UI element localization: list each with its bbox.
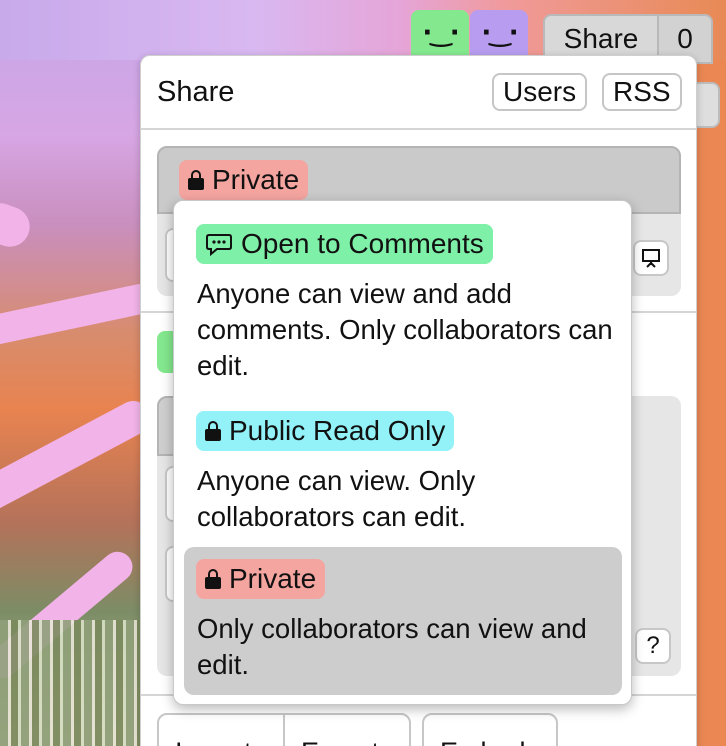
divider [141, 128, 696, 130]
lock-icon [205, 421, 221, 441]
option-label: Private [229, 563, 317, 594]
export-button[interactable]: Export [283, 713, 411, 746]
option-private[interactable]: Private Only collaborators can view and … [184, 547, 622, 695]
option-description: Anyone can view and add comments. Only c… [197, 278, 613, 381]
user-avatar-green[interactable]: ·‿· [411, 10, 469, 56]
lock-icon [205, 569, 221, 589]
visibility-badge: Private [179, 160, 309, 200]
paint-drips [0, 620, 160, 746]
lock-icon [188, 170, 204, 190]
option-badge: Open to Comments [196, 224, 493, 264]
users-button[interactable]: Users [492, 73, 588, 111]
option-badge: Public Read Only [196, 411, 455, 451]
option-description: Only collaborators can view and edit. [197, 613, 587, 680]
visibility-dropdown: Open to Comments Anyone can view and add… [173, 200, 632, 705]
option-label: Public Read Only [229, 415, 446, 446]
rss-button[interactable]: RSS [602, 73, 682, 111]
panel-title: Share [157, 76, 235, 108]
comment-icon [206, 234, 232, 256]
smile-face-icon: ·‿· [422, 18, 459, 48]
option-badge: Private [196, 559, 326, 599]
option-label: Open to Comments [241, 228, 484, 259]
embed-button[interactable]: Embed [422, 713, 558, 746]
visibility-label: Private [212, 164, 300, 195]
user-avatar-purple[interactable]: ·‿· [470, 10, 528, 56]
smile-face-icon: ·‿· [481, 18, 518, 48]
import-button[interactable]: Import [157, 713, 285, 746]
presentation-icon[interactable] [633, 240, 669, 276]
option-description: Anyone can view. Only collaborators can … [197, 465, 476, 532]
help-button[interactable]: ? [635, 628, 671, 664]
